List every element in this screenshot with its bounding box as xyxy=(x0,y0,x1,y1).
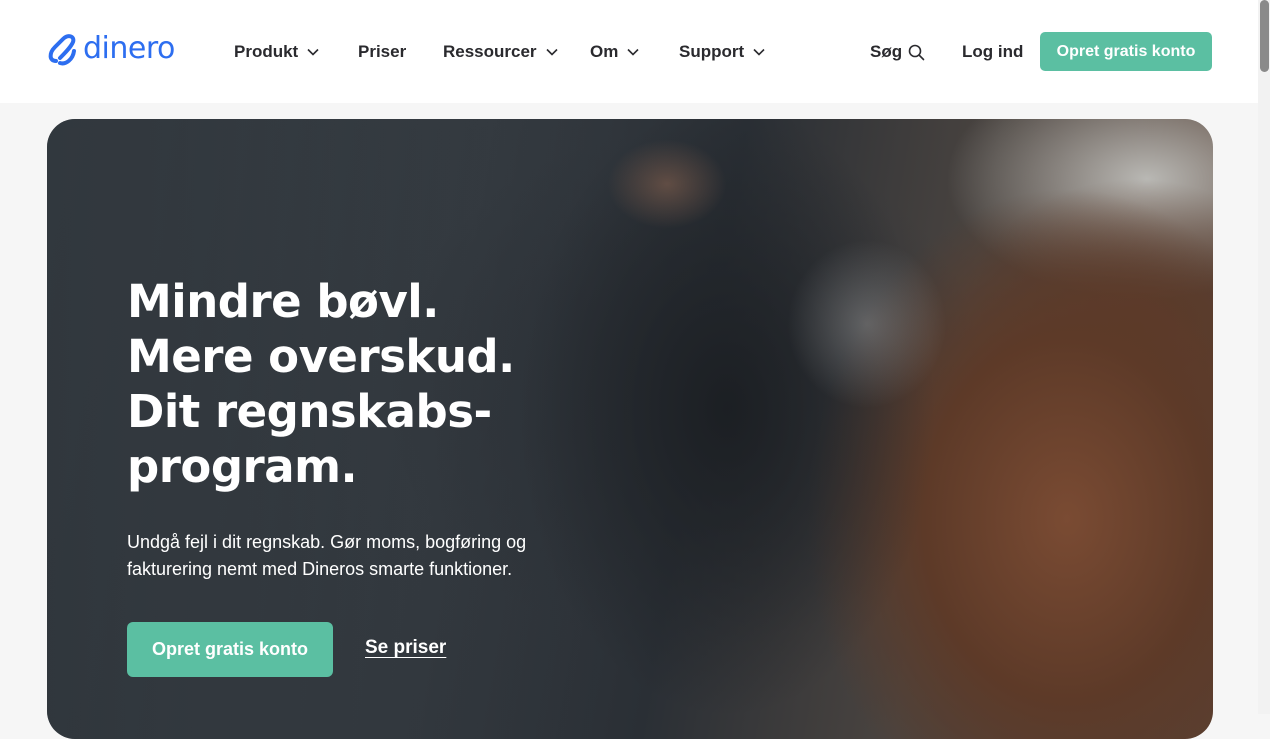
dinero-logo-icon xyxy=(48,34,76,66)
nav-item-label: Priser xyxy=(358,42,407,61)
hero-subtitle: Undgå fejl i dit regnskab. Gør moms, bog… xyxy=(127,529,567,583)
hero-create-account-button[interactable]: Opret gratis konto xyxy=(127,622,333,677)
chevron-down-icon xyxy=(307,48,319,56)
chevron-down-icon xyxy=(627,48,639,56)
chevron-down-icon xyxy=(545,48,558,56)
hero-title-line: program. xyxy=(127,440,358,493)
hero-subtitle-line: Undgå fejl i dit regnskab. Gør moms, bog… xyxy=(127,532,527,552)
hero-title-line: Dit regnskabs- xyxy=(127,385,492,438)
nav-item-om[interactable]: Om xyxy=(590,40,639,64)
nav-item-label: Support xyxy=(679,42,745,61)
search-button[interactable]: Søg xyxy=(870,40,925,64)
nav-item-label: Ressourcer xyxy=(443,42,537,61)
logo-text: dinero xyxy=(83,31,175,66)
hero-background-detail xyxy=(607,139,727,229)
see-prices-link[interactable]: Se priser xyxy=(365,637,446,659)
site-header: dinero Produkt Priser Ressourcer Om Supp… xyxy=(0,0,1258,103)
hero-title-line: Mindre bøvl. xyxy=(127,275,439,328)
scrollbar-thumb[interactable] xyxy=(1260,0,1269,72)
hero-subtitle-line: fakturering nemt med Dineros smarte funk… xyxy=(127,559,513,579)
chevron-down-icon xyxy=(753,48,765,56)
login-link[interactable]: Log ind xyxy=(962,40,1023,64)
nav-item-ressourcer[interactable]: Ressourcer xyxy=(443,40,558,64)
hero-background-highlight xyxy=(787,239,947,409)
search-icon xyxy=(908,44,925,60)
nav-item-label: Produkt xyxy=(234,42,299,61)
nav-item-support[interactable]: Support xyxy=(679,40,765,64)
create-account-button[interactable]: Opret gratis konto xyxy=(1040,32,1212,71)
hero-title: Mindre bøvl. Mere overskud. Dit regnskab… xyxy=(127,274,647,494)
search-label: Søg xyxy=(870,42,903,61)
dinero-logo[interactable]: dinero xyxy=(47,29,175,69)
scrollbar-track[interactable] xyxy=(1258,0,1270,714)
nav-item-label: Om xyxy=(590,42,619,61)
hero-section: Mindre bøvl. Mere overskud. Dit regnskab… xyxy=(47,119,1213,739)
nav-item-produkt[interactable]: Produkt xyxy=(234,40,319,64)
nav-item-priser[interactable]: Priser xyxy=(358,40,406,64)
hero-title-line: Mere overskud. xyxy=(127,330,515,383)
